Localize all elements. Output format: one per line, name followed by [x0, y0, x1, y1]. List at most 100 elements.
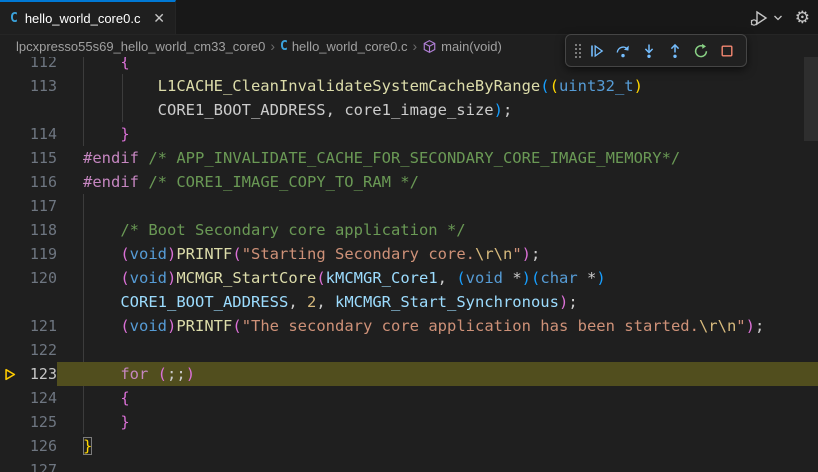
code-line[interactable]: 115 #endif /* APP_INVALIDATE_CACHE_FOR_SE…: [0, 146, 818, 170]
line-number: 116: [29, 173, 57, 191]
code-token: void: [129, 245, 167, 263]
code-line[interactable]: 117: [0, 194, 818, 218]
indent-guide: [83, 122, 84, 146]
stop-button[interactable]: [714, 38, 740, 64]
indent-guide: [83, 338, 84, 362]
code-token: {: [120, 57, 130, 71]
glyph-margin[interactable]: [0, 242, 20, 266]
glyph-margin[interactable]: [0, 194, 20, 218]
step-out-button[interactable]: [662, 38, 688, 64]
gear-icon[interactable]: ⚙: [795, 8, 810, 28]
glyph-margin[interactable]: [0, 314, 20, 338]
breadcrumb-item[interactable]: main(void): [422, 39, 502, 54]
vertical-scrollbar[interactable]: [804, 57, 818, 141]
code-line[interactable]: CORE1_BOOT_ADDRESS, core1_image_size);: [0, 98, 818, 122]
code-token: L1CACHE_CleanInvalidateSystemCacheByRang…: [157, 77, 541, 95]
step-over-button[interactable]: [610, 38, 636, 64]
tab-hello-world-core0[interactable]: C hello_world_core0.c ✕: [0, 0, 176, 34]
code-line[interactable]: 113 L1CACHE_CleanInvalidateSystemCacheBy…: [0, 74, 818, 98]
code-line[interactable]: 121 (void)PRINTF("The secondary core app…: [0, 314, 818, 338]
glyph-margin[interactable]: [0, 146, 20, 170]
step-into-button[interactable]: [636, 38, 662, 64]
glyph-margin[interactable]: [0, 410, 20, 434]
code-editor[interactable]: 112 {113 L1CACHE_CleanInvalidateSystemCa…: [0, 57, 818, 472]
code-line[interactable]: CORE1_BOOT_ADDRESS, 2, kMCMGR_Start_Sync…: [0, 290, 818, 314]
close-icon[interactable]: ✕: [153, 11, 165, 25]
code-token: ": [512, 245, 522, 263]
code-token: ): [493, 101, 503, 119]
code-token: (: [120, 245, 130, 263]
debug-current-line-arrow-icon[interactable]: [0, 362, 20, 386]
breadcrumb-item[interactable]: lpcxpresso55s69_hello_world_cm33_core0: [16, 39, 265, 54]
code-token: ): [521, 245, 531, 263]
indent-guide: [83, 218, 84, 242]
code-text: }: [57, 410, 818, 434]
glyph-margin[interactable]: [0, 338, 20, 362]
code-text: CORE1_BOOT_ADDRESS, 2, kMCMGR_Start_Sync…: [57, 290, 818, 314]
glyph-margin[interactable]: [0, 57, 20, 74]
code-text: (void)PRINTF("The secondary core applica…: [57, 314, 818, 338]
code-line[interactable]: 116 #endif /* CORE1_IMAGE_COPY_TO_RAM */: [0, 170, 818, 194]
code-token: (: [120, 269, 130, 287]
code-text: CORE1_BOOT_ADDRESS, core1_image_size);: [57, 98, 818, 122]
glyph-margin[interactable]: [0, 74, 20, 98]
code-token: (: [232, 245, 242, 263]
code-text: [57, 338, 818, 362]
breadcrumb-item[interactable]: Chello_world_core0.c: [280, 38, 407, 55]
code-token: ): [167, 245, 177, 263]
code-token: ;: [502, 101, 513, 119]
breadcrumb-separator: ›: [270, 38, 275, 54]
line-number: 122: [29, 341, 57, 359]
code-line[interactable]: 125 }: [0, 410, 818, 434]
continue-button[interactable]: [584, 38, 610, 64]
glyph-margin[interactable]: [0, 122, 20, 146]
drag-gripper[interactable]: [572, 43, 584, 59]
glyph-margin[interactable]: [0, 434, 20, 458]
code-token: /* APP_INVALIDATE_CACHE_FOR_SECONDARY_CO…: [148, 149, 681, 167]
glyph-margin[interactable]: [0, 266, 20, 290]
glyph-margin[interactable]: [0, 458, 20, 472]
code-line[interactable]: 120 (void)MCMGR_StartCore(kMCMGR_Core1, …: [0, 266, 818, 290]
tab-bar: C hello_world_core0.c ✕ ⚙: [0, 0, 818, 35]
line-number: 118: [29, 221, 57, 239]
indent-guide: [83, 386, 84, 410]
glyph-margin[interactable]: [0, 290, 20, 314]
code-token: \r\n: [474, 245, 513, 263]
line-number: 123: [29, 365, 57, 383]
code-token: kMCMGR_Start_Synchronous: [335, 293, 559, 311]
code-token: ): [167, 317, 177, 335]
code-line[interactable]: 118 /* Boot Secondary core application *…: [0, 218, 818, 242]
code-line[interactable]: 127: [0, 458, 818, 472]
line-number: 126: [29, 437, 57, 455]
run-or-debug-button[interactable]: [749, 8, 783, 28]
code-line[interactable]: 114 }: [0, 122, 818, 146]
restart-button[interactable]: [688, 38, 714, 64]
code-token: ,: [325, 101, 345, 119]
code-line[interactable]: 124 {: [0, 386, 818, 410]
indent-guide: [83, 410, 84, 434]
code-token: /* Boot Secondary core application */: [120, 221, 466, 239]
code-line[interactable]: 126}: [0, 434, 818, 458]
code-token: void: [465, 269, 503, 287]
code-line[interactable]: 119 (void)PRINTF("Starting Secondary cor…: [0, 242, 818, 266]
code-line[interactable]: 123 for (;;): [0, 362, 818, 386]
code-token: (: [456, 269, 466, 287]
code-token: (: [316, 269, 326, 287]
c-file-icon: C: [280, 39, 288, 54]
line-number: 120: [29, 269, 57, 287]
code-text: }: [57, 122, 818, 146]
glyph-margin[interactable]: [0, 218, 20, 242]
glyph-margin[interactable]: [0, 170, 20, 194]
code-line[interactable]: 122: [0, 338, 818, 362]
code-token: /* CORE1_IMAGE_COPY_TO_RAM */: [148, 173, 419, 191]
glyph-margin[interactable]: [0, 98, 20, 122]
line-number: [20, 290, 57, 314]
glyph-margin[interactable]: [0, 386, 20, 410]
code-token: ): [167, 269, 177, 287]
